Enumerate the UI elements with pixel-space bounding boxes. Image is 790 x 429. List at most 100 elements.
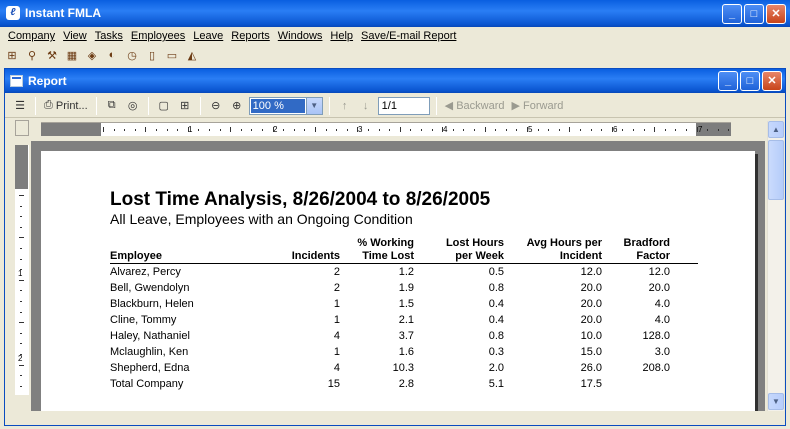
zoom-value: 100 %	[250, 98, 305, 113]
table-cell: 0.8	[488, 330, 504, 342]
ruler-tick	[527, 127, 528, 132]
table-cell: 1	[333, 298, 340, 310]
ruler-tick	[325, 129, 327, 131]
previous-page-icon[interactable]: ↑	[336, 97, 354, 115]
calculator-icon[interactable]: ▦	[64, 47, 80, 63]
page-number-input[interactable]: 1/1	[377, 96, 430, 115]
ruler-tick	[611, 127, 613, 132]
ruler-tick	[675, 129, 677, 131]
table-cell: 2	[333, 282, 340, 294]
table-cell: 4.0	[654, 298, 670, 310]
table-cell: Alvarez, Percy	[110, 266, 181, 278]
menu-view[interactable]: View	[59, 30, 91, 42]
table-row: Mclaughlin, Ken 1 1.6 0.3 15.0 3.0	[110, 344, 698, 360]
ruler-tick	[293, 129, 295, 131]
app-maximize-button[interactable]: □	[744, 4, 764, 24]
next-page-icon[interactable]: ↓	[357, 97, 375, 115]
menu-tasks[interactable]: Tasks	[91, 30, 127, 42]
ruler-tick	[177, 129, 179, 131]
back-arrow-icon: ◀	[444, 100, 454, 112]
ruler-tick	[113, 129, 115, 131]
table-cell: Shepherd, Edna	[110, 362, 190, 374]
table-header-row: Employee Incidents % Working Time Lost Lo…	[110, 237, 698, 264]
forward-button[interactable]: ▶ Forward	[510, 97, 566, 115]
zoom-out-icon[interactable]: ⊖	[207, 97, 225, 115]
report-title: Lost Time Analysis, 8/26/2004 to 8/26/20…	[110, 189, 491, 210]
menu-employees[interactable]: Employees	[127, 30, 189, 42]
report-maximize-button[interactable]: □	[740, 71, 760, 91]
report-window: Report _ □ ✕ ☰ ⎙ Print... ⧉ ◎ ▢ ⊞ ⊖ ⊕ 10…	[4, 68, 786, 426]
ruler-tick	[601, 129, 603, 131]
col-bradford-factor: Bradford Factor	[602, 237, 698, 264]
table-cell: 1.2	[398, 266, 414, 278]
report-title-bar: Report _ □ ✕	[5, 69, 785, 93]
report-table-body: Alvarez, Percy 2 1.2 0.5 12.0 12.0 Bell, Gwend…	[110, 264, 698, 393]
ruler-tick	[19, 237, 24, 239]
menu-help[interactable]: Help	[326, 30, 357, 42]
copy-icon[interactable]: ⧉	[103, 97, 121, 115]
ruler-tick	[20, 375, 22, 377]
menu-reports[interactable]: Reports	[227, 30, 274, 42]
table-cell: 15	[327, 378, 340, 390]
zoom-in-icon[interactable]: ⊕	[228, 97, 246, 115]
ruler-tick	[717, 129, 719, 131]
report-close-button[interactable]: ✕	[762, 71, 782, 91]
pill-icon[interactable]: ◐	[104, 47, 120, 63]
table-cell: 1	[333, 314, 340, 326]
ruler-tick	[240, 129, 242, 131]
col-pct-working-time-lost: % Working Time Lost	[340, 237, 414, 264]
table-cell: 0.3	[488, 346, 504, 358]
table-cell: 128.0	[642, 330, 670, 342]
app-title: Instant FMLA	[25, 6, 101, 20]
org-chart-icon[interactable]: ⊞	[4, 47, 20, 63]
app-title-bar: ℓ Instant FMLA _ □ ✕	[0, 0, 790, 27]
single-page-icon[interactable]: ▢	[155, 97, 173, 115]
vertical-scrollbar[interactable]: ▲ ▼	[767, 121, 784, 411]
clock-icon[interactable]: ◷	[124, 47, 140, 63]
menu-leave[interactable]: Leave	[189, 30, 227, 42]
print-button[interactable]: ⎙ Print...	[42, 97, 90, 115]
app-minimize-button[interactable]: _	[722, 4, 742, 24]
tools-icon[interactable]: ⚒	[44, 47, 60, 63]
scroll-up-button[interactable]: ▲	[768, 121, 784, 138]
table-cell: 1.5	[398, 298, 414, 310]
toc-icon[interactable]: ☰	[11, 97, 29, 115]
menu-windows[interactable]: Windows	[274, 30, 327, 42]
table-cell: Blackburn, Helen	[110, 298, 194, 310]
toolbar-separator	[435, 96, 437, 115]
vertical-ruler: 1 2	[15, 145, 29, 395]
multi-page-icon[interactable]: ⊞	[176, 97, 194, 115]
scroll-thumb[interactable]	[768, 140, 784, 200]
ruler-tick	[219, 129, 221, 131]
menu-save-email-report[interactable]: Save/E-mail Report	[357, 30, 460, 42]
help-icon[interactable]: ◭	[184, 47, 200, 63]
ruler-tick	[156, 129, 157, 131]
toolbar-separator	[95, 96, 97, 115]
backward-button[interactable]: ◀ Backward	[443, 97, 507, 115]
table-cell: 10.3	[392, 362, 414, 374]
report-canvas[interactable]: Lost Time Analysis, 8/26/2004 to 8/26/20…	[31, 141, 765, 411]
table-cell: 2	[333, 266, 340, 278]
leave-card-icon[interactable]: ◈	[84, 47, 100, 63]
table-cell: 20.0	[580, 282, 602, 294]
ruler-tick	[20, 354, 22, 355]
ruler-tick	[272, 127, 274, 132]
report-minimize-button[interactable]: _	[718, 71, 738, 91]
menu-company[interactable]: Company	[4, 30, 59, 42]
find-binoculars-icon[interactable]: ◎	[124, 97, 142, 115]
app-close-button[interactable]: ✕	[766, 4, 786, 24]
col-lost-hours-per-week: Lost Hours per Week	[414, 237, 504, 264]
user-search-icon[interactable]: ⚲	[24, 47, 40, 63]
ruler-tick	[643, 129, 645, 131]
ruler-tick	[20, 301, 22, 302]
new-document-icon[interactable]: ▯	[144, 47, 160, 63]
ruler-tick	[580, 129, 581, 131]
open-folder-icon[interactable]: ▭	[164, 47, 180, 63]
ruler-tick	[537, 129, 539, 131]
zoom-select[interactable]: 100 % ▼	[248, 96, 323, 115]
ruler-number: 1	[18, 269, 23, 278]
ruler-tick	[19, 364, 24, 366]
print-label: Print...	[55, 99, 88, 112]
scroll-down-button[interactable]: ▼	[768, 393, 784, 410]
chevron-down-icon[interactable]: ▼	[305, 97, 322, 114]
